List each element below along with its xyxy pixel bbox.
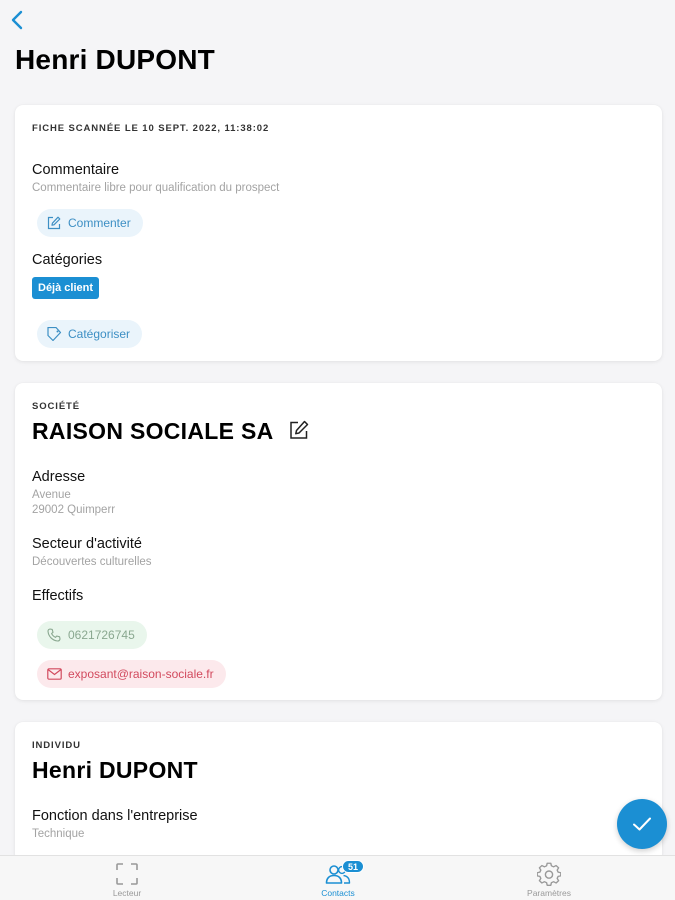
edit-company-icon[interactable]: [288, 419, 310, 441]
tab-settings-label: Paramètres: [527, 888, 571, 898]
categorize-button-label: Catégoriser: [68, 327, 131, 341]
address-line2: 29002 Quimperr: [32, 504, 116, 516]
comment-title: Commentaire: [32, 162, 120, 178]
person-overline: INDIVIDU: [32, 740, 81, 751]
categorize-button[interactable]: Catégoriser: [37, 320, 143, 348]
scan-card: FICHE SCANNÉE LE 10 SEPT. 2022, 11:38:02…: [15, 105, 662, 361]
phone-icon: [46, 627, 62, 643]
scan-date-label: FICHE SCANNÉE LE 10 SEPT. 2022, 11:38:02: [32, 123, 270, 134]
category-tag: Déjà client: [32, 277, 100, 299]
checkmark-icon: [633, 817, 651, 831]
validate-button[interactable]: [617, 799, 667, 849]
tab-bar: Lecteur 51 Contacts Paramètres: [0, 855, 675, 900]
staff-title: Effectifs: [32, 588, 84, 604]
tag-icon: [46, 326, 62, 342]
phone-number: 0621726745: [68, 628, 135, 642]
categories-title: Catégories: [32, 252, 103, 268]
address-line1: Avenue: [32, 489, 71, 501]
company-name: RAISON SOCIALE SA: [32, 418, 274, 444]
sector-title: Secteur d'activité: [32, 536, 142, 552]
company-overline: SOCIÉTÉ: [32, 401, 81, 412]
back-button[interactable]: [6, 8, 28, 32]
scan-frame-icon: [114, 861, 140, 887]
person-card: INDIVIDU Henri DUPONT Fonction dans l'en…: [15, 722, 662, 862]
tab-settings[interactable]: Paramètres: [489, 856, 609, 900]
mail-icon: [46, 666, 62, 682]
tab-reader-label: Lecteur: [112, 888, 142, 898]
role-value: Technique: [32, 828, 85, 840]
address-title: Adresse: [32, 469, 86, 485]
email-address: exposant@raison-sociale.fr: [68, 667, 214, 681]
role-title: Fonction dans l'entreprise: [32, 808, 198, 824]
person-name: Henri DUPONT: [32, 757, 198, 783]
comment-subtitle: Commentaire libre pour qualification du …: [32, 182, 280, 194]
company-card: SOCIÉTÉ RAISON SOCIALE SA Adresse Avenue…: [15, 383, 662, 700]
chevron-left-icon: [11, 10, 23, 30]
contacts-count-badge: 51: [342, 860, 364, 873]
comment-button-label: Commenter: [68, 216, 131, 230]
gear-icon: [536, 861, 562, 887]
contacts-icon: 51: [325, 860, 364, 887]
email-button[interactable]: exposant@raison-sociale.fr: [37, 660, 226, 688]
sector-value: Découvertes culturelles: [32, 556, 152, 568]
edit-icon: [46, 215, 62, 231]
tab-reader[interactable]: Lecteur: [67, 856, 187, 900]
page-title: Henri DUPONT: [15, 44, 215, 75]
tab-contacts[interactable]: 51 Contacts: [278, 856, 398, 900]
phone-button[interactable]: 0621726745: [37, 621, 147, 649]
tab-contacts-label: Contacts: [321, 888, 355, 898]
comment-button[interactable]: Commenter: [37, 209, 143, 237]
